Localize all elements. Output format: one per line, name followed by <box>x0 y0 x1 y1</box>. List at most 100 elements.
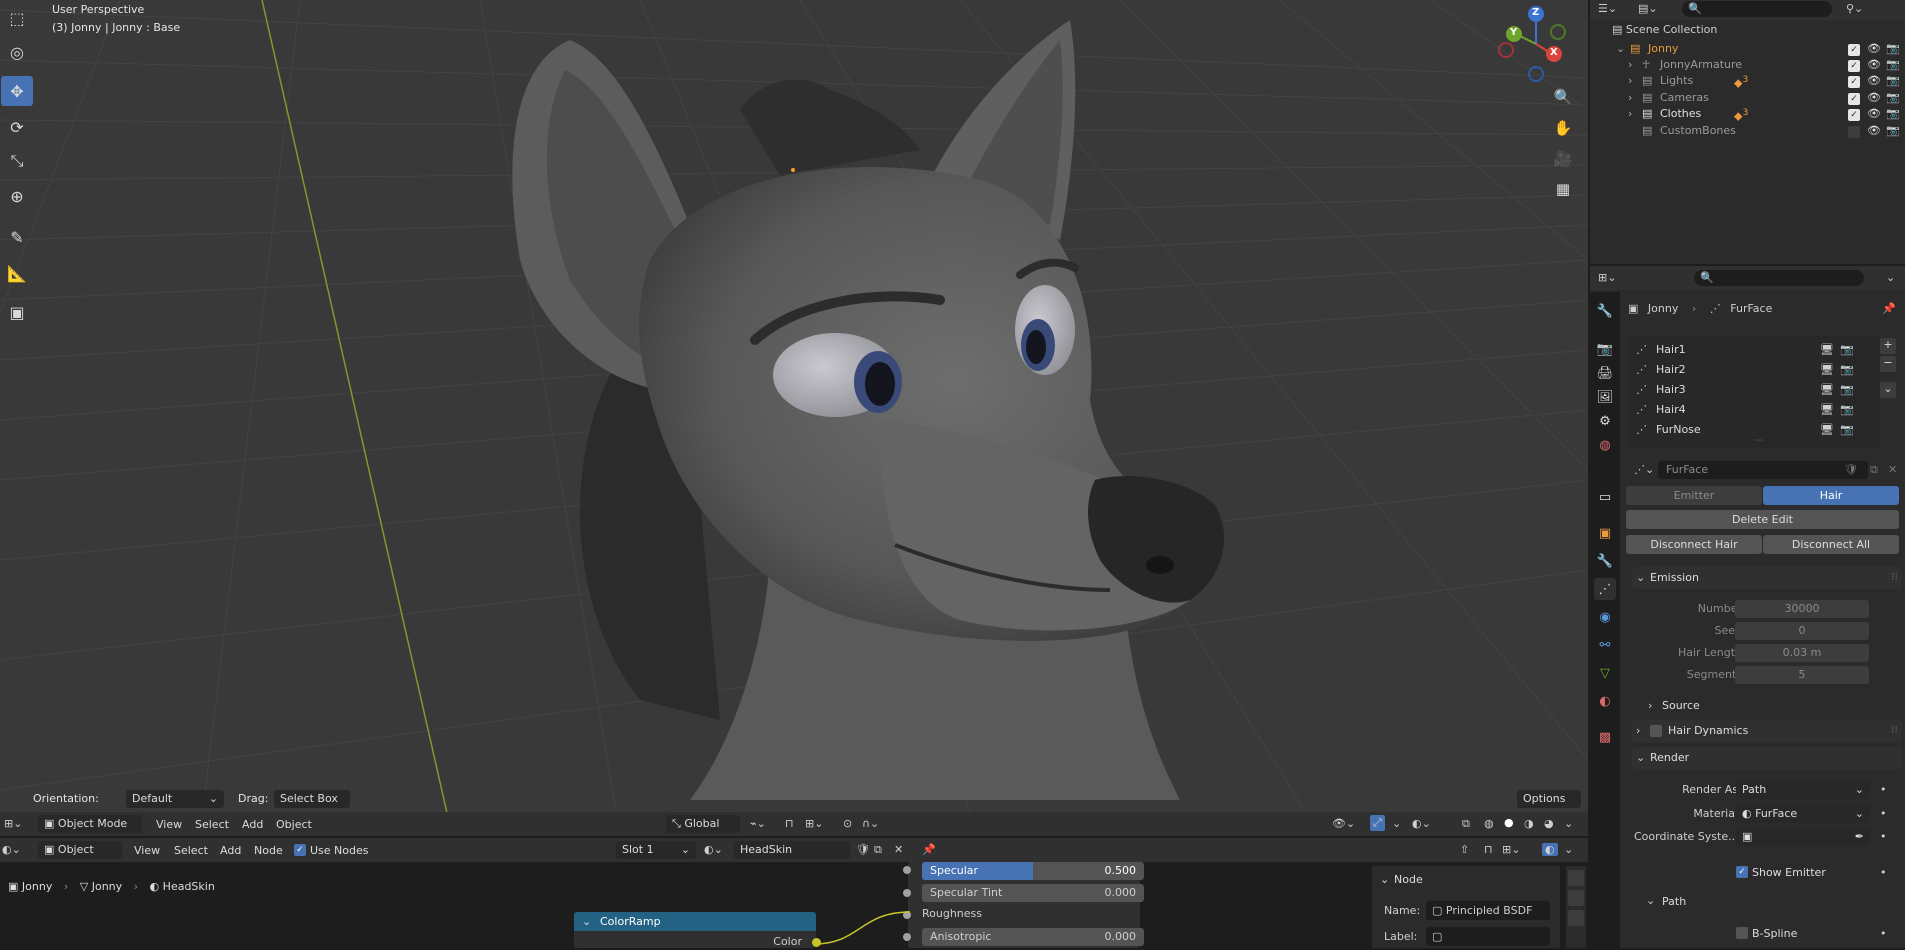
properties-menu-icon[interactable]: ⌄ <box>1886 271 1895 284</box>
navigation-gizmo[interactable]: Z Y X <box>1496 4 1576 84</box>
editor-type-icon[interactable]: ⊞⌄ <box>4 817 22 830</box>
tab-scene[interactable]: ⚙ <box>1594 410 1616 432</box>
node-menu-node[interactable]: Node <box>254 844 283 857</box>
exclude-checkbox[interactable]: ✓ <box>1848 93 1860 105</box>
menu-add[interactable]: Add <box>242 818 263 831</box>
breadcrumb-material[interactable]: HeadSkin <box>163 880 215 893</box>
menu-select[interactable]: Select <box>195 818 229 831</box>
outliner-row[interactable]: ▤ CustomBones 👁 📷 <box>1590 124 1905 140</box>
visibility-icon[interactable]: 👁⌄ <box>1332 817 1355 830</box>
slot-specials-button[interactable]: ⌄ <box>1880 382 1896 398</box>
specular-tint-slider[interactable]: Specular Tint 0.000 <box>922 884 1144 902</box>
expand-icon[interactable]: › <box>1628 91 1632 104</box>
eye-icon[interactable]: 👁 <box>1867 42 1881 55</box>
menu-view[interactable]: View <box>156 818 182 831</box>
particle-system-list[interactable]: ⋰ Hair1 🖥 📷 ⋰ Hair2 🖥 📷 ⋰ Hair3 🖥 📷 ⋰ Hair4 🖥 📷 ⋰ FurNose… <box>1628 336 1880 448</box>
material-name-field[interactable]: HeadSkin <box>734 841 850 859</box>
snap-icon[interactable]: ⊓ <box>785 817 794 830</box>
camera-view-button[interactable]: 🎥 <box>1550 146 1576 172</box>
snap-target-icon[interactable]: ⊞⌄ <box>805 817 823 830</box>
unlink-icon[interactable]: ✕ <box>1888 463 1897 476</box>
duplicate-icon[interactable]: ⧉ <box>874 843 882 857</box>
particle-system-item[interactable]: ⋰ Hair3 🖥 📷 <box>1628 382 1868 400</box>
camera-icon[interactable]: 📷 <box>1886 74 1900 87</box>
tab-data[interactable]: ▽ <box>1594 662 1616 684</box>
coordinate-system-field[interactable]: ▣ ✒ <box>1736 828 1870 846</box>
snap-node-menu-icon[interactable]: ⊞⌄ <box>1502 843 1520 856</box>
exclude-checkbox[interactable]: ✓ <box>1848 76 1860 88</box>
tab-object[interactable]: ▣ <box>1594 522 1616 544</box>
particle-system-item[interactable]: ⋰ Hair4 🖥 📷 <box>1628 402 1868 420</box>
tab-particles[interactable]: ⋰ <box>1594 578 1616 600</box>
keyframe-dot-icon[interactable]: • <box>1880 783 1887 796</box>
parent-node-icon[interactable]: ⇧ <box>1460 843 1469 856</box>
pin-icon[interactable]: 📌 <box>922 843 936 856</box>
keyframe-dot-icon[interactable]: • <box>1880 830 1887 843</box>
transform-tool[interactable]: ⊕ <box>1 181 33 211</box>
tab-collection[interactable]: ▭ <box>1594 486 1616 508</box>
hair-tab[interactable]: Hair <box>1763 486 1899 505</box>
particle-system-item[interactable]: ⋰ Hair2 🖥 📷 <box>1628 362 1868 380</box>
tab-world[interactable]: ◍ <box>1594 434 1616 456</box>
show-emitter-checkbox[interactable]: ✓ <box>1736 866 1748 878</box>
select-box-tool[interactable]: ⬚ <box>1 3 33 33</box>
eyedropper-icon[interactable]: ✒ <box>1855 830 1864 843</box>
add-slot-button[interactable]: + <box>1880 338 1896 354</box>
expand-icon[interactable]: › <box>1628 58 1632 71</box>
pivot-icon[interactable]: ⌁⌄ <box>750 817 766 830</box>
camera-icon[interactable]: 📷 <box>1840 383 1854 396</box>
sidebar-tab[interactable] <box>1568 910 1584 926</box>
eye-icon[interactable]: 👁 <box>1867 91 1881 104</box>
shading-menu-icon[interactable]: ⌄ <box>1564 817 1573 830</box>
outliner-editor-icon[interactable]: ☰⌄ <box>1598 2 1617 15</box>
gizmo-toggle-icon[interactable]: ⤢ <box>1370 815 1385 831</box>
rendered-shading-icon[interactable]: ◕ <box>1544 817 1554 830</box>
exclude-checkbox[interactable]: ✓ <box>1848 60 1860 72</box>
remove-slot-button[interactable]: − <box>1880 356 1896 372</box>
tab-output[interactable]: 🖨 <box>1594 362 1616 384</box>
falloff-icon[interactable]: ∩⌄ <box>862 817 879 830</box>
mode-dropdown[interactable]: ▣ Object Mode <box>38 815 142 833</box>
keyframe-dot-icon[interactable]: • <box>1880 927 1887 940</box>
tab-constraints[interactable]: ⚯ <box>1594 634 1616 656</box>
pan-button[interactable]: ✋ <box>1550 115 1576 141</box>
drag-handle-icon[interactable]: ⁝⁝ <box>1891 723 1898 736</box>
slot-dropdown[interactable]: Slot 1 ⌄ <box>616 841 696 859</box>
unlink-icon[interactable]: ✕ <box>894 843 903 856</box>
fake-user-icon[interactable]: 🛡 <box>1844 463 1858 476</box>
material-shading-icon[interactable]: ◑ <box>1524 817 1534 830</box>
measure-tool[interactable]: 📐 <box>1 258 33 288</box>
camera-icon[interactable]: 📷 <box>1840 343 1854 356</box>
cursor-tool[interactable]: ◎ <box>1 37 33 67</box>
hair-length-field[interactable]: 0.03 m <box>1735 644 1869 662</box>
proportional-edit-icon[interactable]: ⊙ <box>843 817 852 830</box>
options-dropdown[interactable]: Options <box>1517 790 1581 808</box>
seed-field[interactable]: 0 <box>1735 622 1869 640</box>
overlay-icon[interactable]: ◐⌄ <box>1412 817 1431 830</box>
exclude-checkbox[interactable]: ✓ <box>1848 109 1860 121</box>
tab-tool[interactable]: 🔧 <box>1594 300 1616 322</box>
node-menu-add[interactable]: Add <box>220 844 241 857</box>
outliner-row[interactable]: › ▤ Cameras ✓ 👁 📷 <box>1590 91 1905 107</box>
use-nodes-checkbox[interactable]: ✓ <box>294 844 306 856</box>
eye-icon[interactable]: 👁 <box>1867 74 1881 87</box>
monitor-icon[interactable]: 🖥 <box>1820 383 1834 396</box>
filter-icon[interactable]: ⚲⌄ <box>1846 2 1863 15</box>
xray-icon[interactable]: ⧉ <box>1462 817 1470 831</box>
node-label-field[interactable]: ▢ <box>1426 927 1550 946</box>
anisotropic-slider[interactable]: Anisotropic 0.000 <box>922 928 1144 946</box>
snap-node-icon[interactable]: ⊓ <box>1484 843 1493 856</box>
shader-editor-icon[interactable]: ◐⌄ <box>2 843 21 856</box>
camera-icon[interactable]: 📷 <box>1886 107 1900 120</box>
specular-socket[interactable] <box>903 866 911 874</box>
outliner-search[interactable]: 🔍 <box>1682 1 1832 17</box>
eye-icon[interactable]: 👁 <box>1867 107 1881 120</box>
keyframe-dot-icon[interactable]: • <box>1880 807 1887 820</box>
3d-viewport[interactable]: User Perspective (3) Jonny | Jonny : Bas… <box>0 0 1588 835</box>
drag-handle-icon[interactable]: ⁝⁝ <box>1891 570 1898 583</box>
node-menu-view[interactable]: View <box>134 844 160 857</box>
list-resize-handle[interactable]: ⋯ <box>1754 436 1763 446</box>
collapse-icon[interactable]: ⌄ <box>582 915 591 928</box>
orientation-dropdown[interactable]: Default ⌄ <box>126 790 224 808</box>
outliner-row[interactable]: › ▤ Lights ◆3 ✓ 👁 📷 <box>1590 74 1905 90</box>
